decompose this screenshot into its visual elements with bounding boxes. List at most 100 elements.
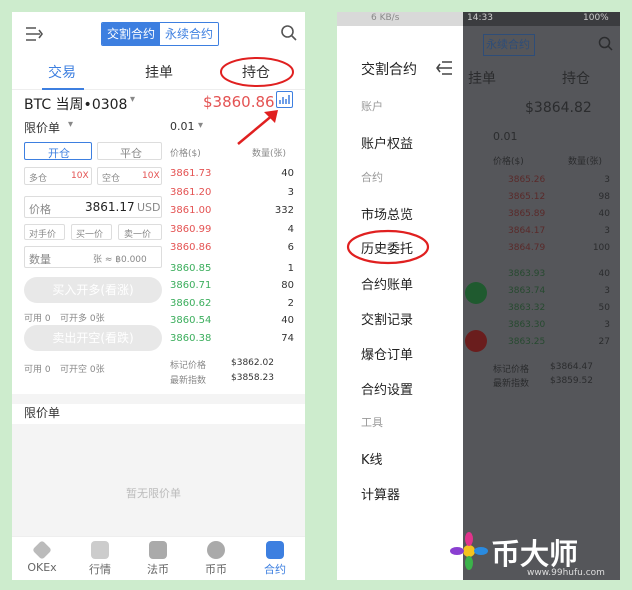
quick-opponent-price[interactable]: 对手价	[24, 224, 65, 240]
nav-spot[interactable]: 币币	[196, 541, 236, 577]
contract-icon	[266, 541, 284, 559]
available-balance: 可用 0	[24, 314, 51, 324]
bid-qty: 1	[287, 263, 294, 274]
nav-contract[interactable]: 合约	[255, 541, 295, 577]
index-price-label: 最新指数	[170, 376, 207, 386]
drawer-menu-item[interactable]: K线	[361, 449, 383, 468]
status-speed: 6 KB/s	[371, 13, 400, 23]
available-long: 可开多 0张	[60, 314, 105, 324]
bg-mark-value: $3864.47	[550, 362, 593, 372]
search-icon[interactable]	[280, 24, 298, 42]
bg-mark-label: 标记价格	[493, 365, 530, 375]
bg-bid-qty: 40	[598, 269, 610, 279]
nav-label: 币币	[205, 563, 227, 576]
bid-price: 3860.62	[170, 297, 212, 309]
available-balance: 可用 0	[24, 365, 51, 375]
ask-price: 3860.86	[170, 242, 212, 254]
bg-ask-qty: 98	[598, 192, 610, 202]
contract-symbol[interactable]: BTC 当周•0308	[24, 94, 127, 114]
drawer-menu-item[interactable]: 市场总览	[361, 204, 413, 223]
drawer-menu-item[interactable]: 合约设置	[361, 379, 413, 398]
highlight-circle	[346, 229, 430, 265]
bg-book-price-header: 价格($)	[493, 157, 524, 167]
tab-underline	[42, 88, 84, 90]
short-leverage-value: 10X	[142, 171, 160, 181]
divider	[12, 394, 305, 404]
bg-bid-price: 3863.74	[508, 286, 546, 296]
book-qty-header: 数量(张)	[252, 149, 287, 159]
chevron-down-icon[interactable]: ▾	[68, 119, 73, 130]
chevron-down-icon[interactable]: ▾	[130, 94, 135, 105]
qty-step-select[interactable]: 0.01	[170, 120, 195, 133]
close-position-button[interactable]: 平仓	[97, 142, 162, 160]
nav-label: 行情	[89, 563, 111, 576]
sell-short-button[interactable]: 卖出开空(看跌)	[24, 325, 162, 351]
quantity-input[interactable]: 数量 张 ≈ ฿0.000	[24, 246, 162, 268]
bg-index-value: $3859.52	[550, 376, 593, 386]
top-bar: 交割合约 永续合约	[12, 12, 305, 56]
bg-bid-price: 3863.30	[508, 320, 546, 330]
contract-type-switch[interactable]: 交割合约 永续合约	[101, 22, 220, 46]
drawer-menu-item[interactable]: 计算器	[361, 484, 400, 503]
tab-trade[interactable]: 交易	[48, 56, 76, 90]
bg-price: $3864.82	[525, 100, 592, 116]
order-type-select[interactable]: 限价单	[24, 119, 60, 136]
bid-qty: 80	[281, 280, 294, 292]
seg-perpetual[interactable]: 永续合约	[160, 23, 219, 45]
nav-label: 法币	[147, 563, 169, 576]
ask-price: 3861.20	[170, 186, 212, 198]
quick-label: 买一价	[76, 230, 104, 240]
drawer-menu-item[interactable]: 合约账单	[361, 274, 413, 293]
bg-bid-price: 3863.25	[508, 337, 546, 347]
bg-bid-qty: 27	[598, 337, 610, 347]
drawer-section-header: 工具	[361, 416, 383, 429]
buy-long-button[interactable]: 买入开多(看涨)	[24, 277, 162, 303]
bg-ask-qty: 100	[592, 243, 610, 253]
bg-ask-price: 3864.79	[508, 243, 546, 253]
tab-orders[interactable]: 挂单	[145, 56, 173, 90]
menu-close-icon[interactable]	[435, 60, 453, 76]
status-time: 14:33	[467, 13, 493, 23]
price-unit: USD	[137, 201, 161, 214]
chevron-down-icon[interactable]: ▾	[198, 120, 203, 131]
seg-futures[interactable]: 交割合约	[102, 23, 161, 45]
short-leverage[interactable]: 空仓 10X	[97, 167, 162, 185]
price-input[interactable]: 价格 3861.17 USD	[24, 196, 162, 218]
empty-state-text: 暂无限价单	[126, 487, 181, 500]
available-short: 可开空 0张	[60, 365, 105, 375]
open-label: 开仓	[48, 147, 70, 160]
ask-price: 3861.00	[170, 205, 212, 217]
nav-market[interactable]: 行情	[80, 541, 120, 577]
drawer-section-header: 合约	[361, 171, 383, 184]
mark-price-label: 标记价格	[170, 361, 207, 371]
bg-qty-step: 0.01	[493, 130, 518, 143]
drawer-menu-item[interactable]: 爆仓订单	[361, 344, 413, 363]
bg-book-qty-header: 数量(张)	[568, 157, 603, 167]
watermark-logo-icon	[450, 532, 488, 570]
bg-ask-price: 3865.89	[508, 209, 546, 219]
quick-bid1-price[interactable]: 买一价	[71, 224, 112, 240]
short-label: 空仓	[102, 174, 121, 184]
long-leverage[interactable]: 多仓 10X	[24, 167, 92, 185]
bg-bid-qty: 3	[604, 320, 610, 330]
index-price-value: $3858.23	[231, 373, 274, 383]
bg-bid-qty: 50	[598, 303, 610, 313]
bar-chart-icon	[91, 541, 109, 559]
bitcoin-icon	[207, 541, 225, 559]
quick-ask1-price[interactable]: 卖一价	[118, 224, 162, 240]
ask-price: 3860.99	[170, 223, 212, 235]
drawer-menu-item[interactable]: 账户权益	[361, 133, 413, 152]
long-leverage-value: 10X	[71, 171, 89, 181]
drawer-menu-item[interactable]: 交割记录	[361, 309, 413, 328]
ask-price: 3861.73	[170, 168, 212, 179]
nav-fiat[interactable]: 法币	[138, 541, 178, 577]
arrow-annotation	[237, 110, 278, 145]
menu-icon[interactable]	[25, 26, 43, 42]
nav-okex[interactable]: OKEx	[22, 540, 62, 574]
bg-ask-price: 3864.17	[508, 226, 546, 236]
bg-bid-qty: 3	[604, 286, 610, 296]
open-position-button[interactable]: 开仓	[24, 142, 92, 160]
long-label: 多仓	[29, 174, 48, 184]
bid-price: 3860.38	[170, 332, 212, 344]
chart-icon[interactable]	[276, 91, 293, 108]
